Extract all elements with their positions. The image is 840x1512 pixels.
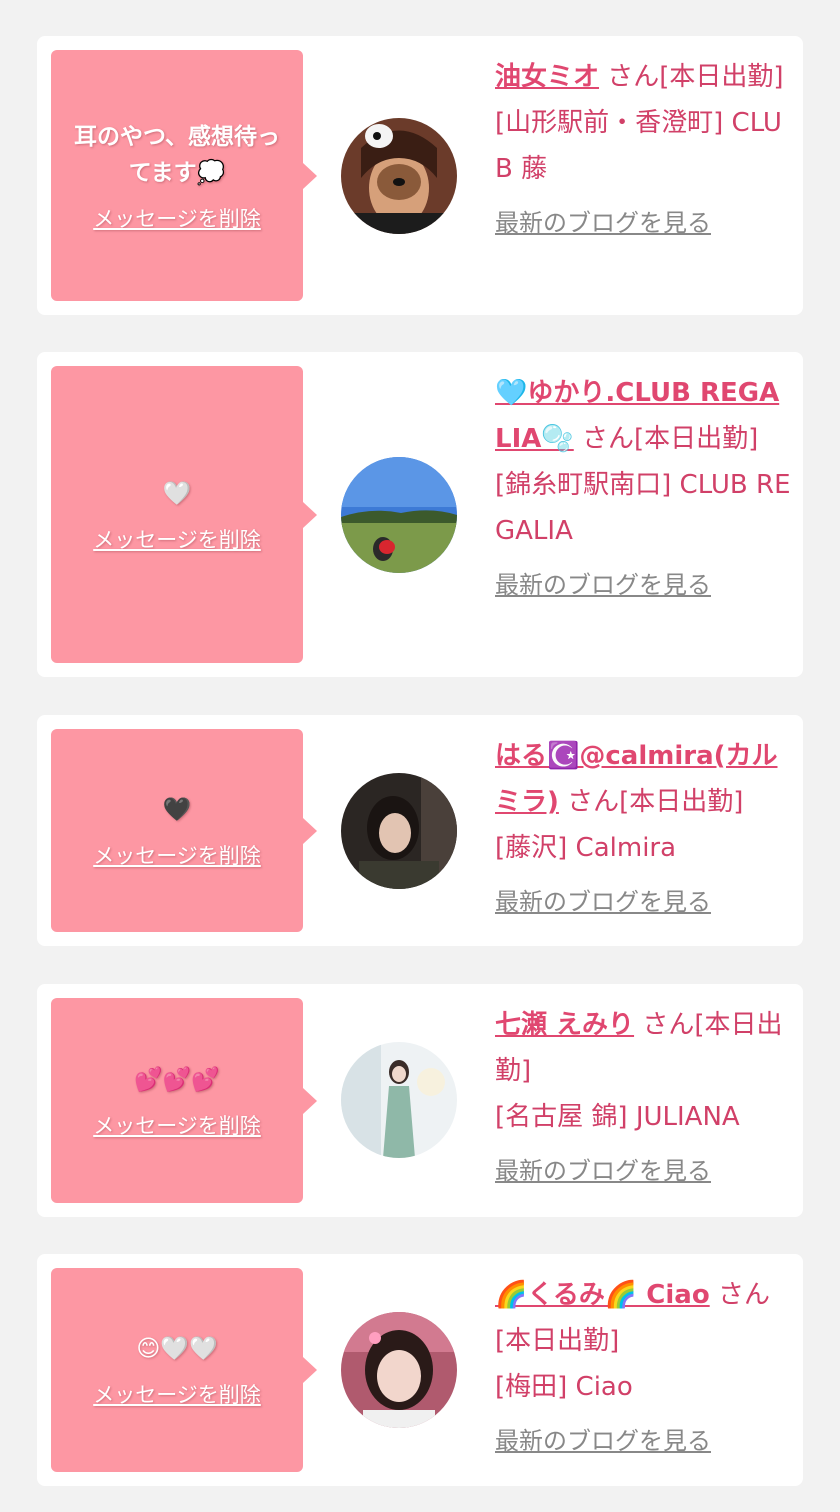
cast-info: 🌈くるみ🌈 Ciao さん[本日出勤] [梅田] Ciao 最新のブログを見る [495, 1272, 791, 1464]
message-text: 💕💕💕 [134, 1066, 220, 1093]
message-text: 🖤 [162, 796, 192, 823]
cast-name-link[interactable]: 🌈くるみ🌈 Ciao [495, 1280, 710, 1310]
list-item: 💕💕💕 メッセージを削除 七瀬 えみり さん[本日出勤] [名古屋 錦] JUL… [37, 984, 803, 1217]
avatar-photo-selfie-icon [341, 1312, 457, 1428]
blog-link[interactable]: 最新のブログを見る [495, 206, 711, 240]
blog-link[interactable]: 最新のブログを見る [495, 885, 711, 919]
shop-name: [名古屋 錦] JULIANA [495, 1102, 740, 1132]
shop-name: [錦糸町駅南口] CLUB REGALIA [495, 470, 791, 546]
cast-status: さん[本日出勤] [599, 62, 784, 92]
shop-name: [山形駅前・香澄町] CLUB 藤 [495, 108, 782, 184]
list-item: 🤍 メッセージを削除 🩵ゆかり.CLUB REGALIA🫧 さん[本日出勤] [… [37, 352, 803, 677]
cast-info: 🩵ゆかり.CLUB REGALIA🫧 さん[本日出勤] [錦糸町駅南口] CLU… [495, 370, 791, 608]
list-item: 🖤 メッセージを削除 はる☪️@calmira(カルミラ) さん[本日出勤] [… [37, 715, 803, 946]
avatar-photo-portrait-icon [341, 773, 457, 889]
message-text: 耳のやつ、感想待ってます💭 [73, 123, 281, 186]
cast-info: 油女ミオ さん[本日出勤] [山形駅前・香澄町] CLUB 藤 最新のブログを見… [495, 54, 791, 246]
blog-link[interactable]: 最新のブログを見る [495, 1424, 711, 1458]
message-bubble: 🖤 メッセージを削除 [51, 729, 317, 932]
avatar[interactable] [341, 118, 457, 234]
list-item: 😊🤍🤍 メッセージを削除 🌈くるみ🌈 Ciao さん[本日出勤] [梅田] Ci… [37, 1254, 803, 1486]
cast-info: はる☪️@calmira(カルミラ) さん[本日出勤] [藤沢] Calmira… [495, 733, 791, 925]
message-text: 🤍 [162, 480, 192, 507]
delete-message-link[interactable]: メッセージを削除 [93, 1110, 261, 1140]
message-bubble: 耳のやつ、感想待ってます💭 メッセージを削除 [51, 50, 317, 301]
avatar-photo-dress-icon [341, 1042, 457, 1158]
delete-message-link[interactable]: メッセージを削除 [93, 1379, 261, 1409]
avatar[interactable] [341, 1312, 457, 1428]
cast-name-link[interactable]: 油女ミオ [495, 62, 599, 92]
shop-name: [梅田] Ciao [495, 1372, 633, 1402]
delete-message-link[interactable]: メッセージを削除 [93, 840, 261, 870]
blog-link[interactable]: 最新のブログを見る [495, 568, 711, 602]
cast-info: 七瀬 えみり さん[本日出勤] [名古屋 錦] JULIANA 最新のブログを見… [495, 1002, 791, 1194]
message-bubble: 🤍 メッセージを削除 [51, 366, 317, 663]
blog-link[interactable]: 最新のブログを見る [495, 1154, 711, 1188]
message-list: 耳のやつ、感想待ってます💭 メッセージを削除 油女ミオ さん[本日出勤] [山形… [0, 0, 840, 1512]
shop-name: [藤沢] Calmira [495, 833, 677, 863]
avatar-photo-dog-filter-icon [341, 118, 457, 234]
avatar-photo-park-icon [341, 457, 457, 573]
message-text: 😊🤍🤍 [136, 1336, 218, 1362]
message-bubble: 😊🤍🤍 メッセージを削除 [51, 1268, 317, 1472]
list-item: 耳のやつ、感想待ってます💭 メッセージを削除 油女ミオ さん[本日出勤] [山形… [37, 36, 803, 315]
cast-name-link[interactable]: 七瀬 えみり [495, 1010, 634, 1040]
cast-status: さん[本日出勤] [558, 787, 744, 817]
message-bubble: 💕💕💕 メッセージを削除 [51, 998, 317, 1203]
avatar[interactable] [341, 773, 457, 889]
delete-message-link[interactable]: メッセージを削除 [93, 524, 261, 554]
delete-message-link[interactable]: メッセージを削除 [93, 203, 261, 233]
avatar[interactable] [341, 457, 457, 573]
avatar[interactable] [341, 1042, 457, 1158]
cast-status: さん[本日出勤] [573, 424, 759, 454]
